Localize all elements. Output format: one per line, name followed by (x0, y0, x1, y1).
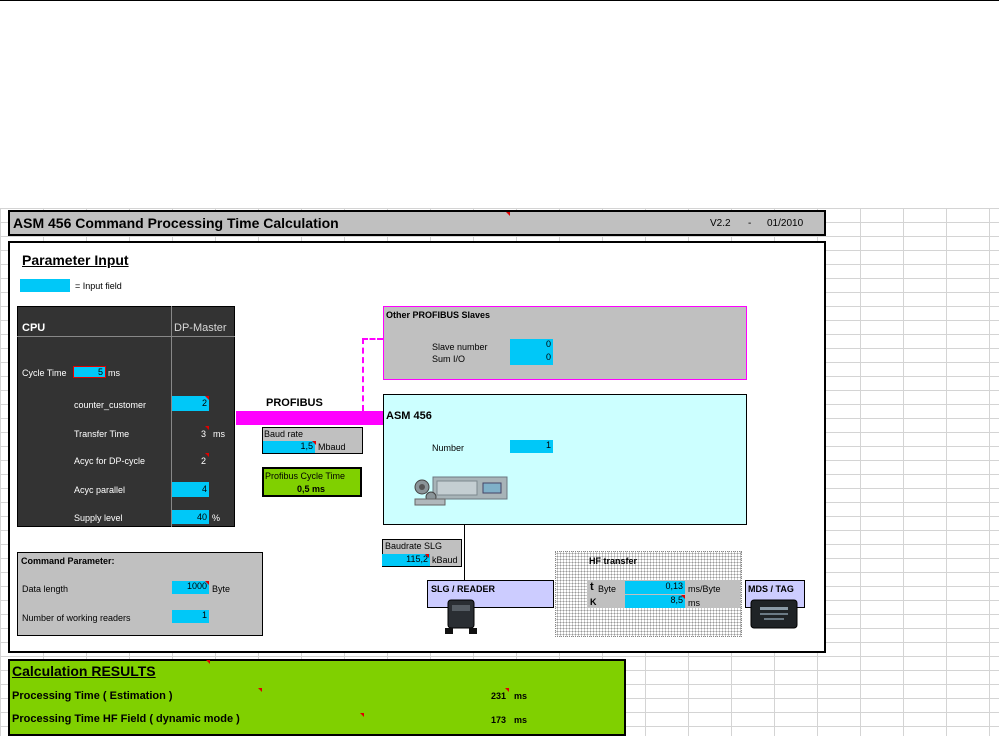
profibus-cycle-time-value: 0,5 ms (297, 484, 326, 494)
sum-io-input[interactable]: 0 (510, 352, 553, 365)
hf-byte-label: Byte (598, 584, 617, 594)
baud-rate-input[interactable]: 1,5 (263, 441, 315, 453)
hf-k-label: K (590, 597, 597, 607)
comment-marker[interactable] (258, 688, 262, 692)
working-readers-label: Number of working readers (22, 613, 131, 623)
comment-marker[interactable] (206, 660, 210, 664)
acyc-dp-cycle-label: Acyc for DP-cycle (74, 456, 146, 466)
legend-input-swatch (20, 279, 70, 292)
cpu-title: CPU (22, 322, 46, 334)
profibus-cycle-time-label: Profibus Cycle Time (265, 471, 346, 481)
asm-module-image (413, 473, 509, 509)
processing-time-unit: ms (514, 691, 528, 701)
comment-marker[interactable] (205, 396, 209, 400)
slg-connector-line (464, 525, 465, 580)
asm-number-input[interactable]: 1 (510, 440, 553, 453)
hf-k-unit: ms (688, 598, 700, 608)
counter-customer-label: counter_customer (74, 400, 147, 410)
reader-device-image (444, 598, 478, 636)
comment-marker[interactable] (681, 595, 685, 599)
hf-processing-time-label: Processing Time HF Field ( dynamic mode … (12, 713, 240, 725)
comment-marker[interactable] (205, 581, 209, 585)
working-readers-input[interactable]: 1 (172, 610, 209, 623)
hf-t-label: t (590, 581, 594, 593)
acyc-parallel-input[interactable]: 4 (172, 482, 209, 497)
baud-rate-label: Baud rate (264, 429, 304, 439)
title-bar: ASM 456 Command Processing Time Calculat… (8, 210, 826, 236)
date-label: 01/2010 (767, 218, 804, 229)
comment-marker[interactable] (425, 554, 429, 558)
asm-number-label: Number (432, 443, 465, 453)
dp-master-title: DP-Master (174, 322, 227, 334)
acyc-dp-cycle-value: 2 (201, 456, 207, 466)
version-label: V2.2 (710, 218, 731, 229)
comment-marker[interactable] (312, 441, 316, 445)
comment-marker[interactable] (360, 713, 364, 717)
slaves-connector-horizontal (362, 338, 383, 340)
top-border-line (0, 0, 999, 1)
baudrate-slg-input[interactable]: 115,2 (382, 554, 430, 566)
asm-title: ASM 456 (386, 410, 432, 422)
baudrate-slg-unit: kBaud (432, 555, 458, 565)
page-title: ASM 456 Command Processing Time Calculat… (13, 215, 339, 231)
processing-time-label: Processing Time ( Estimation ) (12, 690, 173, 702)
slaves-connector-vertical (362, 338, 364, 411)
hf-processing-time-unit: ms (514, 715, 528, 725)
hf-transfer-title: HF transfer (589, 556, 638, 566)
parameter-input-heading: Parameter Input (22, 252, 129, 268)
command-parameter-title: Command Parameter: (21, 556, 115, 566)
transfer-time-unit: ms (213, 429, 225, 439)
mds-tag-label: MDS / TAG (748, 584, 794, 594)
comment-marker[interactable] (205, 453, 209, 457)
baudrate-slg-label: Baudrate SLG (385, 541, 443, 551)
supply-level-unit: % (212, 513, 221, 523)
version-separator: - (748, 218, 752, 229)
data-length-input[interactable]: 1000 (172, 581, 209, 594)
cycle-time-label: Cycle Time (22, 368, 67, 378)
tag-device-image (750, 598, 798, 630)
hf-t-input[interactable]: 0,13 (625, 581, 685, 594)
results-title: Calculation RESULTS (12, 663, 156, 679)
cpu-header-line (17, 336, 235, 337)
profibus-line (236, 411, 383, 425)
cycle-time-unit: ms (108, 368, 120, 378)
supply-level-input[interactable]: 40 (172, 510, 209, 524)
processing-time-value: 231 (491, 691, 507, 701)
legend-input-text: = Input field (75, 281, 122, 291)
counter-customer-input[interactable]: 2 (172, 396, 209, 411)
acyc-parallel-label: Acyc parallel (74, 485, 126, 495)
other-slaves-title: Other PROFIBUS Slaves (386, 310, 491, 320)
slave-number-label: Slave number (432, 342, 488, 352)
sum-io-label: Sum I/O (432, 354, 466, 364)
baud-rate-unit: Mbaud (318, 442, 346, 452)
comment-marker[interactable] (505, 688, 509, 692)
data-length-unit: Byte (212, 584, 231, 594)
data-length-label: Data length (22, 584, 69, 594)
hf-processing-time-value: 173 (491, 715, 507, 725)
transfer-time-label: Transfer Time (74, 429, 130, 439)
comment-marker[interactable] (205, 426, 209, 430)
cycle-time-input[interactable]: 5 (73, 366, 106, 378)
transfer-time-value: 3 (201, 429, 207, 439)
profibus-label: PROFIBUS (266, 397, 323, 409)
hf-t-unit: ms/Byte (688, 584, 721, 594)
hf-k-input[interactable]: 8,5 (625, 595, 685, 608)
supply-level-label: Supply level (74, 513, 123, 523)
comment-marker[interactable] (506, 212, 510, 216)
slave-number-input[interactable]: 0 (510, 339, 553, 352)
slg-reader-label: SLG / READER (431, 584, 496, 594)
